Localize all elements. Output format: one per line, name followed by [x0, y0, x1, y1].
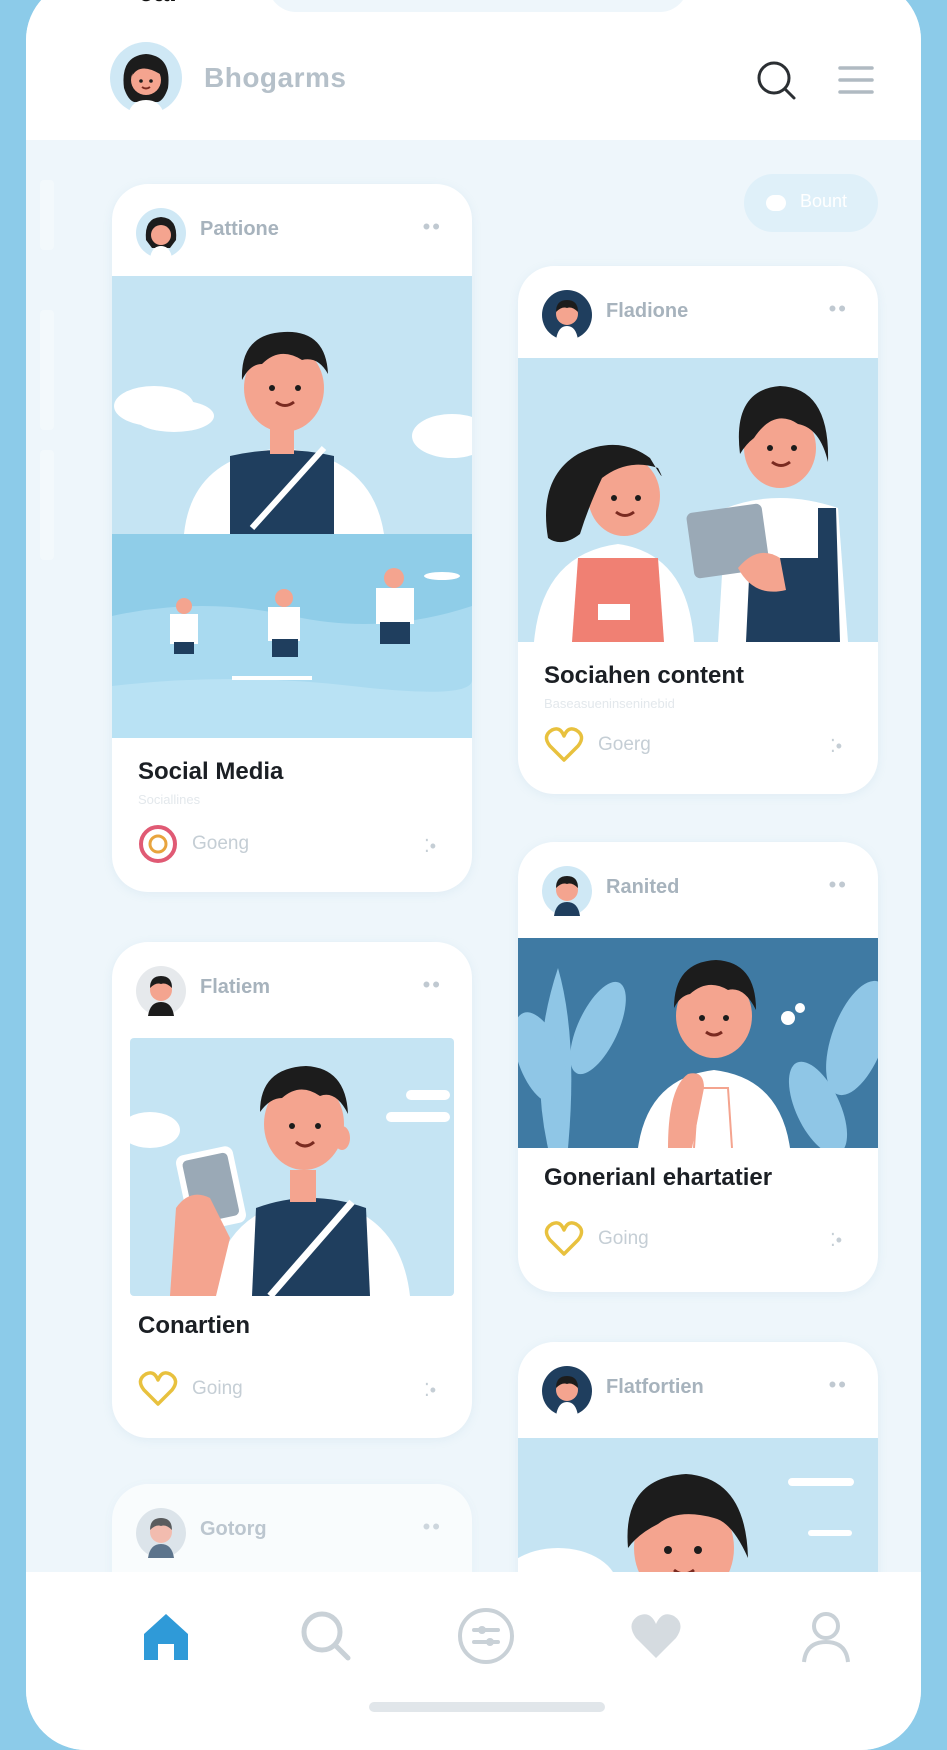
- status-bar: 6al: [26, 0, 921, 20]
- post-header: Fladione ••: [518, 266, 878, 358]
- post-handle[interactable]: Ranited: [606, 876, 679, 899]
- post-handle[interactable]: Fladione: [606, 300, 688, 323]
- post-header: Pattione ••: [112, 184, 472, 276]
- post-header: Gotorg ••: [112, 1484, 472, 1576]
- post-image[interactable]: [130, 1038, 454, 1296]
- avatar[interactable]: [542, 290, 592, 340]
- post-action-label: Going: [598, 1228, 649, 1249]
- post-illustration: [130, 1038, 454, 1296]
- profile-icon[interactable]: [796, 1606, 856, 1666]
- more-options-icon[interactable]: ••: [829, 872, 848, 898]
- post-image[interactable]: [518, 938, 878, 1148]
- heart-icon[interactable]: [138, 1370, 178, 1408]
- more-options-icon[interactable]: ••: [423, 214, 442, 240]
- post-header: Flatiem ••: [112, 942, 472, 1034]
- more-options-icon[interactable]: ••: [829, 296, 848, 322]
- avatar[interactable]: [136, 966, 186, 1016]
- post-action[interactable]: Goerg: [544, 726, 651, 764]
- notch: [268, 0, 688, 12]
- post-handle[interactable]: Gotorg: [200, 1518, 267, 1541]
- post-action-label: Goerg: [598, 734, 651, 755]
- post-card[interactable]: Ranited •• Gonerianl ehartatier Going ⁚•: [518, 842, 878, 1292]
- more-options-icon[interactable]: ••: [423, 972, 442, 998]
- avatar[interactable]: [542, 866, 592, 916]
- post-illustration: [518, 938, 878, 1148]
- post-card[interactable]: Fladione •• Sociahen content Baseasuenin…: [518, 266, 878, 794]
- post-card[interactable]: Pattione •• Social Media Sociallines Goe…: [112, 184, 472, 892]
- more-dots-icon[interactable]: ⁚•: [424, 836, 436, 857]
- post-action[interactable]: Going: [138, 1370, 243, 1408]
- post-subtitle: Baseasueninseninebid: [544, 696, 675, 711]
- post-action-label: Going: [192, 1378, 243, 1399]
- status-time: 6al: [138, 0, 177, 8]
- post-illustration: [112, 276, 472, 738]
- app-header: Bhogarms: [26, 20, 921, 140]
- post-title: Sociahen content: [544, 662, 745, 689]
- home-indicator[interactable]: [369, 1702, 605, 1712]
- post-header: Ranited ••: [518, 842, 878, 934]
- more-dots-icon[interactable]: ⁚•: [830, 736, 842, 757]
- post-handle[interactable]: Flatiem: [200, 976, 270, 999]
- post-action[interactable]: Going: [544, 1220, 649, 1258]
- profile-avatar[interactable]: [110, 42, 182, 114]
- search-tab-icon[interactable]: [296, 1606, 356, 1666]
- more-options-icon[interactable]: ••: [829, 1372, 848, 1398]
- post-handle[interactable]: Pattione: [200, 218, 279, 241]
- more-dots-icon[interactable]: ⁚•: [424, 1380, 436, 1401]
- menu-icon[interactable]: [834, 58, 878, 102]
- filter-toggle-label: Bount: [800, 191, 848, 211]
- post-action[interactable]: Goeng: [138, 824, 249, 864]
- post-card[interactable]: Flatiem •• Conartien Going ⁚•: [112, 942, 472, 1438]
- feed: Bount Pattione •• Social Media Sociallin…: [26, 140, 921, 1684]
- heart-icon[interactable]: [544, 726, 584, 764]
- post-title: Conartien: [138, 1312, 251, 1339]
- home-icon[interactable]: [136, 1606, 196, 1666]
- post-illustration: [518, 358, 878, 642]
- filter-toggle[interactable]: Bount: [744, 174, 878, 232]
- toggle-knob: [766, 195, 786, 211]
- post-title: Gonerianl ehartatier: [544, 1164, 773, 1191]
- post-image[interactable]: [112, 276, 472, 738]
- phone-screen: 6al Bhogarms: [26, 0, 921, 1750]
- post-action-label: Goeng: [192, 833, 250, 854]
- tab-bar: [26, 1572, 921, 1750]
- post-subtitle: Sociallines: [138, 792, 201, 807]
- more-dots-icon[interactable]: ⁚•: [830, 1230, 842, 1251]
- app-title: Bhogarms: [204, 62, 347, 93]
- post-title: Social Media: [138, 758, 284, 785]
- avatar[interactable]: [136, 208, 186, 258]
- heart-icon[interactable]: [544, 1220, 584, 1258]
- post-header: Flatfortien ••: [518, 1342, 878, 1434]
- heart-tab-icon[interactable]: [626, 1606, 686, 1666]
- avatar[interactable]: [136, 1508, 186, 1558]
- post-image[interactable]: [518, 358, 878, 642]
- post-handle[interactable]: Flatfortien: [606, 1376, 704, 1399]
- instagram-icon[interactable]: [138, 824, 178, 864]
- avatar[interactable]: [542, 1366, 592, 1416]
- filter-icon[interactable]: [456, 1606, 516, 1666]
- more-options-icon[interactable]: ••: [423, 1514, 442, 1540]
- search-icon[interactable]: [754, 58, 798, 102]
